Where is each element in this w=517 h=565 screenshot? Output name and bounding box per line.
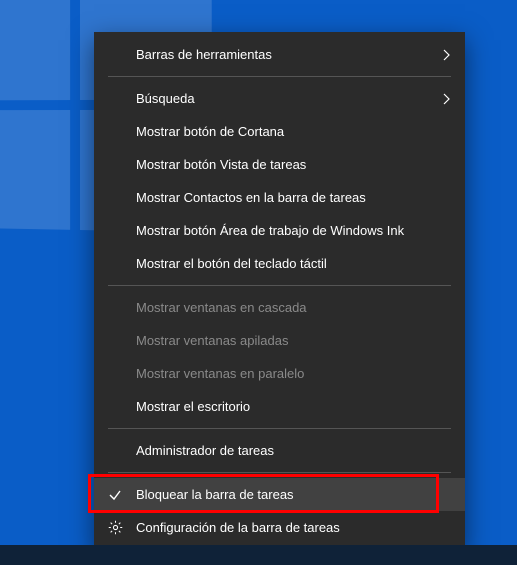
menu-item-label: Mostrar botón de Cortana xyxy=(136,124,451,139)
menu-item-label: Mostrar ventanas en paralelo xyxy=(136,366,451,381)
menu-item-label: Mostrar botón Vista de tareas xyxy=(136,157,451,172)
menu-item-label: Configuración de la barra de tareas xyxy=(136,520,451,535)
menu-item-contacts[interactable]: Mostrar Contactos en la barra de tareas xyxy=(94,181,465,214)
menu-item-label: Bloquear la barra de tareas xyxy=(136,487,451,502)
menu-item-label: Mostrar el botón del teclado táctil xyxy=(136,256,451,271)
menu-item-touch-keyboard[interactable]: Mostrar el botón del teclado táctil xyxy=(94,247,465,280)
menu-separator xyxy=(108,76,451,77)
menu-item-show-desktop[interactable]: Mostrar el escritorio xyxy=(94,390,465,423)
menu-item-label: Mostrar ventanas en cascada xyxy=(136,300,451,315)
menu-item-cascade: Mostrar ventanas en cascada xyxy=(94,291,465,324)
menu-item-taskview[interactable]: Mostrar botón Vista de tareas xyxy=(94,148,465,181)
menu-item-stacked: Mostrar ventanas apiladas xyxy=(94,324,465,357)
taskbar[interactable] xyxy=(0,545,517,565)
menu-item-label: Administrador de tareas xyxy=(136,443,451,458)
menu-item-lock-taskbar[interactable]: Bloquear la barra de tareas xyxy=(94,478,465,511)
taskbar-context-menu: Barras de herramientas Búsqueda Mostrar … xyxy=(94,32,465,550)
menu-item-label: Barras de herramientas xyxy=(136,47,435,62)
menu-item-cortana[interactable]: Mostrar botón de Cortana xyxy=(94,115,465,148)
chevron-right-icon xyxy=(443,49,451,61)
menu-item-label: Mostrar el escritorio xyxy=(136,399,451,414)
menu-item-ink[interactable]: Mostrar botón Área de trabajo de Windows… xyxy=(94,214,465,247)
menu-separator xyxy=(108,428,451,429)
menu-item-label: Mostrar ventanas apiladas xyxy=(136,333,451,348)
menu-separator xyxy=(108,285,451,286)
menu-separator xyxy=(108,472,451,473)
check-icon xyxy=(108,488,136,502)
chevron-right-icon xyxy=(443,93,451,105)
menu-item-taskbar-settings[interactable]: Configuración de la barra de tareas xyxy=(94,511,465,544)
menu-item-label: Mostrar Contactos en la barra de tareas xyxy=(136,190,451,205)
menu-item-sidebyside: Mostrar ventanas en paralelo xyxy=(94,357,465,390)
menu-item-toolbars[interactable]: Barras de herramientas xyxy=(94,38,465,71)
menu-item-label: Búsqueda xyxy=(136,91,435,106)
gear-icon xyxy=(108,520,136,535)
menu-item-label: Mostrar botón Área de trabajo de Windows… xyxy=(136,223,451,238)
menu-item-search[interactable]: Búsqueda xyxy=(94,82,465,115)
menu-item-task-manager[interactable]: Administrador de tareas xyxy=(94,434,465,467)
